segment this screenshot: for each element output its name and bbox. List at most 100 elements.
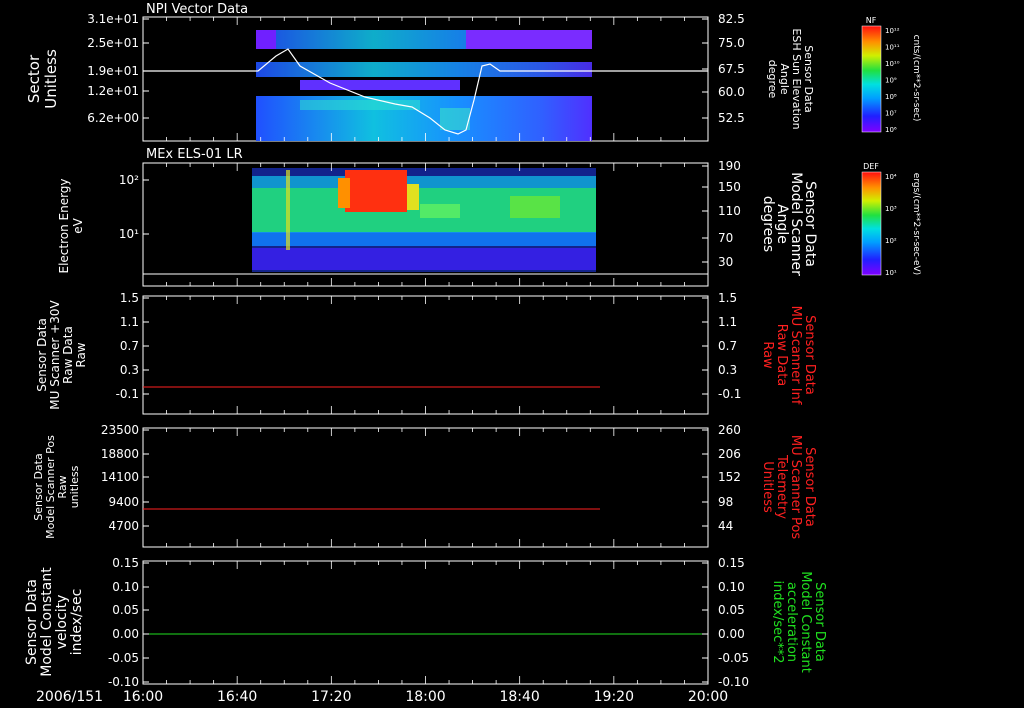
npi-colorbar-unit: cnts/(cm**2-sr-sec): [911, 35, 921, 122]
colorbar-tick-label: 10⁷: [885, 110, 897, 118]
right-tick-label: 52.5: [718, 111, 745, 125]
svg-text:Raw Data: Raw Data: [774, 324, 789, 387]
time-tick-label: 16:40: [217, 689, 257, 705]
svg-text:index/sec: index/sec: [69, 589, 85, 656]
right-tick-label: 150: [718, 180, 741, 194]
right-tick-label: -0.1: [718, 387, 741, 401]
left-tick-label: 4700: [108, 519, 139, 533]
right-tick-label: -0.10: [718, 675, 749, 689]
vel-left-axis-title: Sensor Data Model Constant velocity inde…: [24, 567, 85, 677]
npi-right-axis-title: Sensor Data ESH Sun Elevation Angle degr…: [766, 28, 815, 129]
time-tick-label: 17:20: [311, 689, 351, 705]
right-tick-label: 44: [718, 519, 733, 533]
panel-mu30-frame: [142, 295, 709, 415]
left-tick-label: 0.7: [120, 339, 139, 353]
svg-text:Electron Energy: Electron Energy: [57, 178, 71, 273]
svg-text:Sector: Sector: [25, 54, 43, 103]
right-tick-label: 60.0: [718, 85, 745, 99]
colorbar-tick-label: 10¹²: [885, 27, 900, 35]
npi-spectrogram: [256, 30, 592, 141]
pos-left-axis-title: Sensor Data Model Scanner Pos Raw unitle…: [32, 435, 81, 539]
left-tick-label: 9400: [108, 495, 139, 509]
left-tick-label: 10¹: [119, 227, 139, 241]
right-tick-label: 0.00: [718, 627, 745, 641]
svg-text:eV: eV: [71, 217, 85, 233]
panel-vel-frame: [142, 560, 709, 685]
svg-text:MU Scanner Pos: MU Scanner Pos: [788, 435, 803, 540]
time-tick-label: 18:40: [499, 689, 539, 705]
svg-text:Raw: Raw: [760, 341, 775, 369]
els-colorbar-unit: ergs/(cm**2-sr-sec-eV): [911, 173, 921, 275]
right-tick-label: -0.05: [718, 651, 749, 665]
npi-colorbar: NF 10¹² 10¹¹ 10¹⁰ 10⁹ 10⁸ 10⁷ 10⁶ cnts/(cm**2-…: [861, 16, 921, 134]
svg-text:Sensor Data: Sensor Data: [35, 318, 49, 392]
mu30-right-axis-title: Sensor Data MU Scanner Inf Raw Data Raw: [760, 306, 817, 405]
time-tick-label: 19:20: [594, 689, 634, 705]
svg-text:unitless: unitless: [68, 465, 81, 508]
left-tick-label: -0.05: [108, 651, 139, 665]
svg-text:degrees: degrees: [760, 196, 776, 252]
els-colorbar: DEF 10⁴ 10³ 10² 10¹ ergs/(cm**2-sr-sec-eV): [861, 162, 921, 277]
left-tick-label: 14100: [101, 470, 139, 484]
mu30-left-axis-title: Sensor Data MU Scanner +30V Raw Data Raw: [35, 300, 88, 410]
time-tick-label: 16:00: [123, 689, 163, 705]
right-tick-label: 0.05: [718, 603, 745, 617]
svg-text:Raw Data: Raw Data: [61, 326, 75, 384]
els-right-axis-title: Sensor Data Model Scanner Angle degrees: [760, 172, 818, 276]
right-tick-label: 1.5: [718, 291, 737, 305]
els-spectrogram: [252, 168, 596, 272]
svg-text:Sensor Data: Sensor Data: [802, 315, 817, 395]
right-tick-label: 75.0: [718, 36, 745, 50]
svg-text:Sensor Data: Sensor Data: [812, 582, 827, 662]
colorbar-tick-label: 10¹: [885, 269, 897, 277]
colorbar-tick-label: 10⁶: [885, 126, 897, 134]
els-colorbar-label: DEF: [863, 162, 879, 171]
time-tick-label: 18:00: [405, 689, 445, 705]
right-tick-label: 152: [718, 470, 741, 484]
right-tick-label: 82.5: [718, 12, 745, 26]
left-tick-label: -0.1: [116, 387, 139, 401]
right-tick-label: 98: [718, 495, 733, 509]
svg-text:MU Scanner Inf: MU Scanner Inf: [788, 306, 803, 405]
svg-text:Unitless: Unitless: [42, 49, 60, 109]
left-tick-label: 23500: [101, 423, 139, 437]
pos-right-axis-title: Sensor Data MU Scanner Pos Telemetry Uni…: [760, 435, 817, 540]
right-tick-label: 0.15: [718, 556, 745, 570]
svg-text:Model Constant: Model Constant: [798, 571, 813, 673]
svg-text:MU Scanner +30V: MU Scanner +30V: [48, 300, 62, 410]
npi-colorbar-label: NF: [866, 16, 877, 25]
left-tick-label: 1.9e+01: [87, 64, 139, 78]
left-tick-label: 10²: [119, 173, 139, 187]
right-tick-label: 206: [718, 447, 741, 461]
npi-colorbar-ticks: 10¹² 10¹¹ 10¹⁰ 10⁹ 10⁸ 10⁷ 10⁶: [885, 27, 900, 134]
colorbar-tick-label: 10³: [885, 205, 897, 213]
svg-text:index/sec**2: index/sec**2: [770, 580, 785, 663]
left-tick-label: 0.15: [112, 556, 139, 570]
time-axis: 16:00 16:40 17:20 18:00 18:40 19:20 20:00: [123, 689, 728, 705]
left-tick-label: 18800: [101, 447, 139, 461]
date-label: 2006/151: [36, 689, 103, 705]
svg-text:Sensor Data: Sensor Data: [24, 579, 40, 665]
left-tick-label: 0.10: [112, 580, 139, 594]
panel-pos-frame: [142, 427, 709, 548]
right-tick-label: 190: [718, 159, 741, 173]
right-tick-label: 67.5: [718, 62, 745, 76]
left-tick-label: 2.5e+01: [87, 36, 139, 50]
colorbar-tick-label: 10¹⁰: [885, 60, 900, 68]
right-tick-label: 0.3: [718, 363, 737, 377]
left-tick-label: 0.3: [120, 363, 139, 377]
svg-text:degree: degree: [766, 60, 779, 99]
colorbar-tick-label: 10²: [885, 237, 897, 245]
right-tick-label: 70: [718, 231, 733, 245]
els-colorbar-ticks: 10⁴ 10³ 10² 10¹: [885, 173, 897, 277]
left-tick-label: 3.1e+01: [87, 12, 139, 26]
left-tick-label: 6.2e+00: [87, 111, 139, 125]
svg-text:Unitless: Unitless: [760, 461, 775, 513]
time-tick-label: 20:00: [688, 689, 728, 705]
colorbar-tick-label: 10⁸: [885, 93, 897, 101]
left-tick-label: 0.00: [112, 627, 139, 641]
plot-canvas: NPI Vector Data MEx ELS-01 LR 3.1e+01 2.5…: [24, 2, 921, 705]
svg-text:Sensor Data: Sensor Data: [802, 447, 817, 527]
npi-title: NPI Vector Data: [146, 2, 248, 17]
els-left-axis-title: Electron Energy eV: [57, 178, 85, 273]
